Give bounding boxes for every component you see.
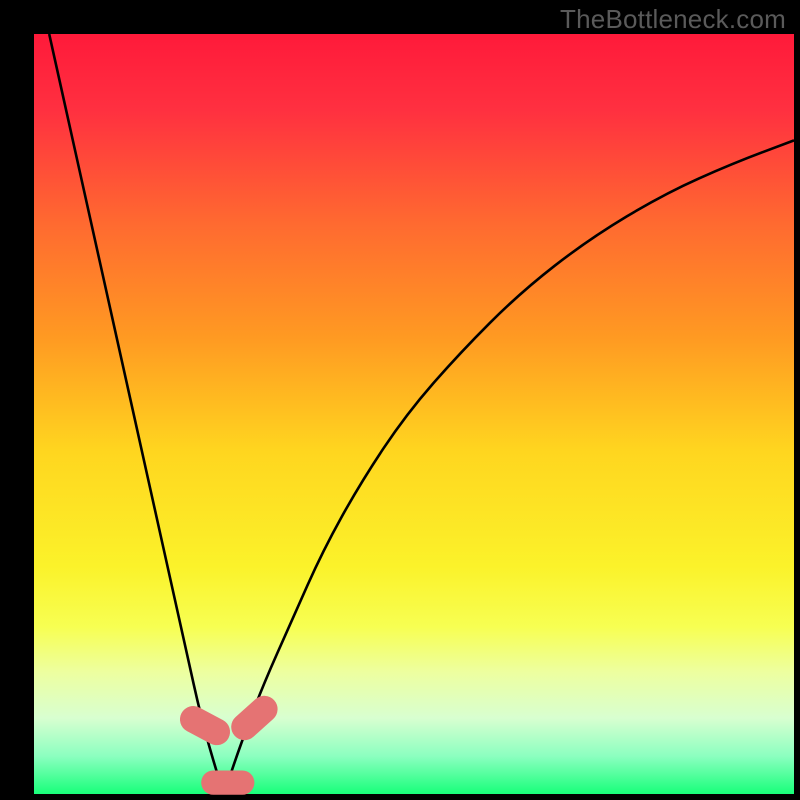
bottleneck-chart: [0, 0, 800, 800]
gradient-panel: [34, 34, 794, 794]
chart-frame: TheBottleneck.com: [0, 0, 800, 800]
bottom-marker: [201, 770, 254, 794]
watermark-text: TheBottleneck.com: [560, 4, 786, 35]
